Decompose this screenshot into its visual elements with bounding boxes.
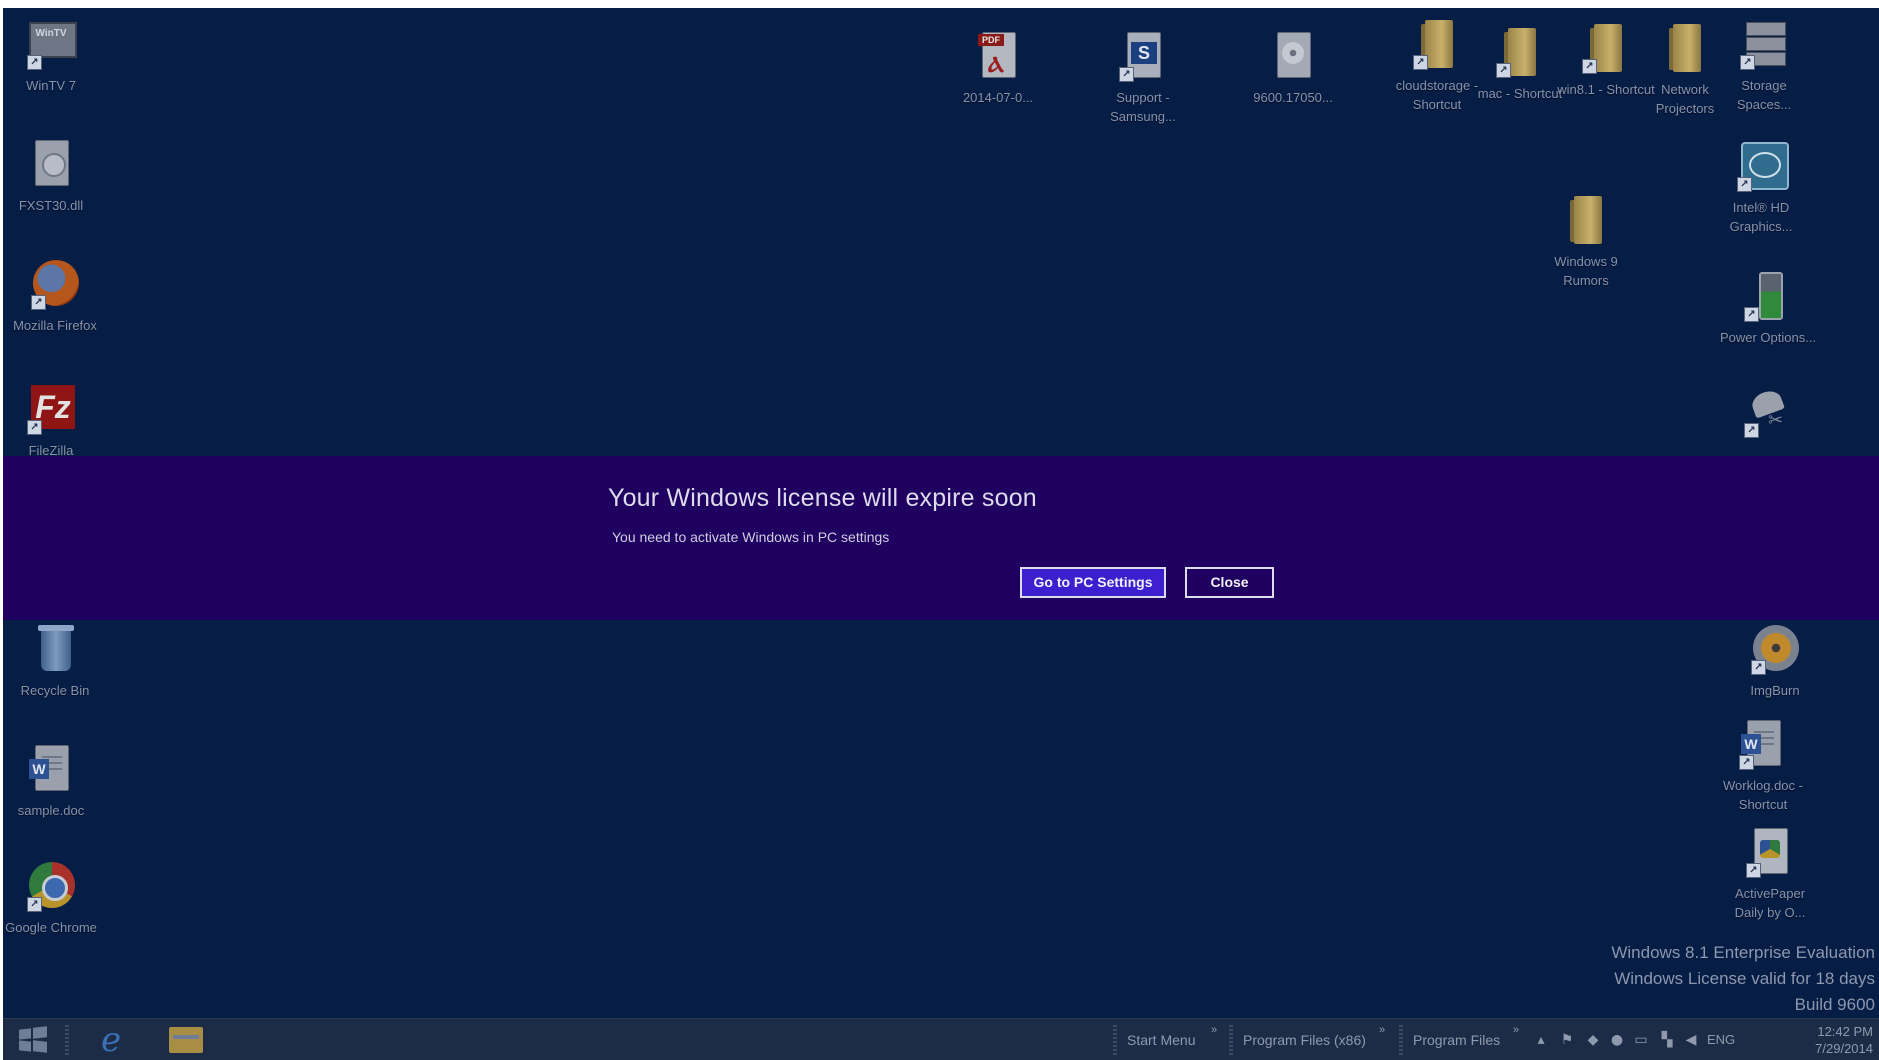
folder-icon: ↗ xyxy=(1580,22,1632,74)
storage-spaces-icon: ↗ xyxy=(1738,18,1790,70)
folder-icon: ↗ xyxy=(1494,26,1546,78)
desktop-icon-mac-shortcut[interactable]: ↗ mac - Shortcut xyxy=(1470,26,1570,103)
desktop-icon-label: Google Chrome xyxy=(5,920,97,935)
desktop-icon-label: Recycle Bin xyxy=(20,683,90,698)
network-drive-icon[interactable]: ◆ xyxy=(1585,1032,1601,1048)
close-button[interactable]: Close xyxy=(1185,567,1274,598)
desktop-icon-label: Power Options... xyxy=(1719,330,1817,345)
desktop-icon-label: Intel® HD Graphics... xyxy=(1729,200,1793,234)
desktop-icon-label: mac - Shortcut xyxy=(1477,86,1563,101)
desktop-icon-activepaper[interactable]: ↗ ActivePaper Daily by O... xyxy=(1720,826,1820,922)
desktop-icon-label: ImgBurn xyxy=(1750,683,1800,698)
desktop-screen: WinTV ↗ WinTV 7 FXST30.dll ↗ Mozilla Fir… xyxy=(3,8,1879,1060)
taskbar: e Start Menu » Program Files (x86) » Pro… xyxy=(3,1018,1879,1060)
desktop-icon-wintv[interactable]: WinTV ↗ WinTV 7 xyxy=(3,18,101,95)
firefox-icon: ↗ xyxy=(29,258,81,310)
folder-icon xyxy=(1659,22,1711,74)
folder-icon xyxy=(1560,194,1612,246)
intel-graphics-icon: ↗ xyxy=(1735,140,1789,192)
desktop-icon-label: FileZilla xyxy=(28,443,74,455)
disc-image-icon xyxy=(1267,30,1319,82)
go-to-pc-settings-button[interactable]: Go to PC Settings xyxy=(1020,567,1166,598)
network-icon[interactable]: ▚ xyxy=(1659,1032,1675,1048)
desktop-icon-label: 2014-07-0... xyxy=(962,90,1034,105)
windows-logo-icon xyxy=(19,1026,47,1053)
desktop-icon-label: sample.doc xyxy=(17,803,85,818)
folder-icon: ↗ xyxy=(1411,18,1463,70)
desktop-icon-sample-doc[interactable]: W sample.doc xyxy=(3,743,101,820)
desktop-icon-label: 9600.17050... xyxy=(1253,90,1333,105)
desktop-icon-pdf[interactable]: PDF Ⲁ 2014-07-0... xyxy=(948,30,1048,107)
watermark-license-days: Windows License valid for 18 days xyxy=(1614,969,1875,988)
desktop-icon-label: WinTV 7 xyxy=(26,78,76,93)
desktop-icon-storage-spaces[interactable]: ↗ Storage Spaces... xyxy=(1714,18,1814,114)
toolbar-start-menu[interactable]: Start Menu xyxy=(1127,1032,1195,1048)
start-button[interactable] xyxy=(11,1019,55,1060)
toolbar-grip[interactable] xyxy=(1113,1025,1117,1055)
desktop-icon-intel-graphics[interactable]: ↗ Intel® HD Graphics... xyxy=(1711,140,1811,236)
desktop-icon-label: FXST30.dll xyxy=(18,198,84,213)
display-icon[interactable]: ▭ xyxy=(1633,1032,1649,1048)
desktop-icon-samsung-support[interactable]: S ↗ Support - Samsung... xyxy=(1093,30,1193,126)
toolbar-chevron-icon[interactable]: » xyxy=(1513,1024,1519,1036)
taskbar-grip[interactable] xyxy=(65,1025,69,1055)
toolbar-grip[interactable] xyxy=(1229,1025,1233,1055)
edition-watermark: Windows 8.1 Enterprise Evaluation Window… xyxy=(1611,940,1875,1018)
action-center-flag-icon[interactable]: ⚑ xyxy=(1559,1032,1575,1048)
license-title: Your Windows license will expire soon xyxy=(608,484,1037,512)
desktop-icon-label: Support - Samsung... xyxy=(1110,90,1176,124)
desktop-icon-firefox[interactable]: ↗ Mozilla Firefox xyxy=(5,258,105,335)
license-expiry-banner: Your Windows license will expire soon Yo… xyxy=(3,456,1879,620)
recycle-bin-icon xyxy=(29,623,81,675)
toolbar-program-files[interactable]: Program Files xyxy=(1413,1032,1500,1048)
show-hidden-icons-icon[interactable]: ▴ xyxy=(1533,1032,1549,1048)
desktop-icon-fxst30[interactable]: FXST30.dll xyxy=(3,138,101,215)
desktop-icon-windows-9-rumors[interactable]: Windows 9 Rumors xyxy=(1536,194,1636,290)
taskbar-file-explorer[interactable] xyxy=(163,1019,207,1060)
clock-time: 12:42 PM xyxy=(1817,1024,1873,1039)
license-message: You need to activate Windows in PC setti… xyxy=(612,529,890,545)
internet-explorer-icon: e xyxy=(101,1020,122,1060)
desktop-icon-label: Worklog.doc - Shortcut xyxy=(1723,778,1803,812)
activepaper-icon: ↗ xyxy=(1744,826,1796,878)
tv-icon: WinTV ↗ xyxy=(25,18,77,70)
samsung-support-icon: S ↗ xyxy=(1117,30,1169,82)
toolbar-grip[interactable] xyxy=(1399,1025,1403,1055)
chrome-icon: ↗ xyxy=(25,860,77,912)
desktop-icon-imgburn[interactable]: ↗ ImgBurn xyxy=(1725,623,1825,700)
imgburn-icon: ↗ xyxy=(1749,623,1801,675)
desktop-icon-label: ActivePaper Daily by O... xyxy=(1734,886,1806,920)
watermark-edition: Windows 8.1 Enterprise Evaluation xyxy=(1611,943,1875,962)
desktop-icon-recycle-bin[interactable]: Recycle Bin xyxy=(5,623,105,700)
desktop-icon-label: Windows 9 Rumors xyxy=(1554,254,1618,288)
watermark-build: Build 9600 xyxy=(1794,995,1875,1014)
file-explorer-icon xyxy=(169,1027,203,1053)
battery-icon: ↗ xyxy=(1742,270,1794,322)
clock-date: 7/29/2014 xyxy=(1815,1041,1873,1056)
dll-file-icon xyxy=(25,138,77,190)
input-language-indicator[interactable]: ENG xyxy=(1707,1032,1735,1047)
volume-icon[interactable]: ◀ xyxy=(1683,1032,1699,1048)
sync-icon[interactable]: ● xyxy=(1609,1032,1625,1048)
filezilla-icon: Fz ↗ xyxy=(25,383,77,435)
desktop-icon-power-options[interactable]: ↗ Power Options... xyxy=(1718,270,1818,347)
pdf-icon: PDF Ⲁ xyxy=(972,30,1024,82)
desktop-icon-label: Mozilla Firefox xyxy=(13,318,97,333)
desktop-icon-worklog[interactable]: W ↗ Worklog.doc - Shortcut xyxy=(1713,718,1813,814)
desktop-icon-filezilla[interactable]: Fz ↗ FileZilla xyxy=(3,383,101,455)
desktop-icon-disc-image[interactable]: 9600.17050... xyxy=(1243,30,1343,107)
toolbar-program-files-x86[interactable]: Program Files (x86) xyxy=(1243,1032,1366,1048)
taskbar-internet-explorer[interactable]: e xyxy=(95,1019,139,1060)
desktop-icon-snipping-tool[interactable]: ✂ ↗ xyxy=(1718,386,1818,438)
desktop-icon-label: Storage Spaces... xyxy=(1736,78,1792,112)
toolbar-chevron-icon[interactable]: » xyxy=(1379,1024,1385,1036)
word-document-icon: W ↗ xyxy=(1737,718,1789,770)
taskbar-clock[interactable]: 12:42 PM 7/29/2014 xyxy=(1815,1023,1873,1057)
snipping-tool-icon: ✂ ↗ xyxy=(1742,386,1794,438)
desktop-icon-chrome[interactable]: ↗ Google Chrome xyxy=(3,860,101,937)
word-document-icon: W xyxy=(25,743,77,795)
toolbar-chevron-icon[interactable]: » xyxy=(1211,1024,1217,1036)
